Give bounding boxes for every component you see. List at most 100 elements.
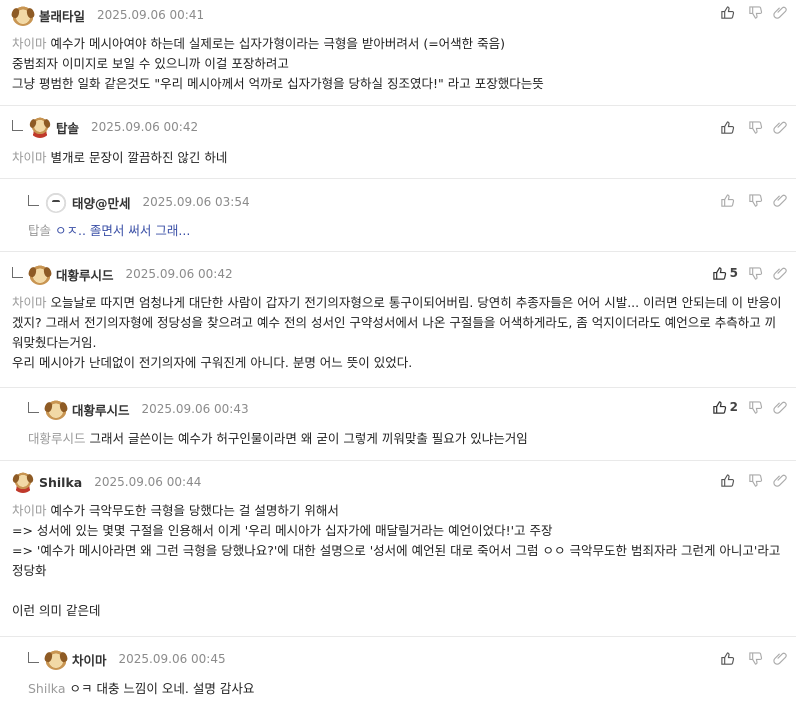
comment-date: 2025.09.06 00:43 <box>141 402 249 416</box>
avatar[interactable] <box>29 263 51 285</box>
thumbs-up-icon <box>712 266 726 280</box>
comment-actions: 2 <box>702 398 788 416</box>
like-button[interactable] <box>720 471 738 489</box>
mention[interactable]: 차이마 <box>12 150 47 165</box>
comment-date: 2025.09.06 00:42 <box>91 120 199 134</box>
thumbs-down-icon <box>749 400 763 414</box>
comment-actions: 5 <box>702 264 788 282</box>
reply-arrow-icon <box>28 194 39 206</box>
like-button[interactable] <box>720 649 738 667</box>
dislike-button[interactable] <box>748 3 763 21</box>
more-button[interactable] <box>773 3 788 21</box>
avatar[interactable] <box>45 191 67 213</box>
thumbs-down-icon <box>749 473 763 487</box>
mention[interactable]: 차이마 <box>12 503 47 518</box>
paperclip-icon <box>773 121 787 134</box>
comment-body: 차이마 별개로 문장이 깔끔하진 않긴 하네 <box>12 148 784 168</box>
comment-actions <box>710 3 788 21</box>
more-button[interactable] <box>773 398 788 416</box>
comment-text: 예수가 극악무도한 극형을 당했다는 걸 설명하기 위해서 => 성서에 있는 … <box>12 503 781 618</box>
more-button[interactable] <box>773 471 788 489</box>
comment-text: ㅇㅋ 대충 느낌이 오네. 설명 감사요 <box>69 681 255 696</box>
dislike-button[interactable] <box>748 471 763 489</box>
comment-reply: 차이마 2025.09.06 00:45 Shilka ㅇㅋ 대충 느낌이 오네.… <box>0 636 796 704</box>
comment: 볼래타일 2025.09.06 00:41 차이마 예수가 메시아여야 하는데 실… <box>0 0 796 105</box>
like-button[interactable] <box>720 3 738 21</box>
dislike-button[interactable] <box>748 191 763 209</box>
comment-date: 2025.09.06 00:44 <box>94 475 202 489</box>
reply-arrow-icon <box>12 119 23 131</box>
comment: Shilka 2025.09.06 00:44 차이마 예수가 극악무도한 극형을… <box>0 460 796 636</box>
comment-text: 예수가 메시아여야 하는데 실제로는 십자가형이라는 극형을 받아버려서 (=어… <box>12 36 544 91</box>
more-button[interactable] <box>773 191 788 209</box>
thumbs-down-icon <box>749 120 763 134</box>
thumbs-down-icon <box>749 193 763 207</box>
paperclip-icon <box>773 652 787 665</box>
mention[interactable]: 대황루시드 <box>28 431 86 446</box>
comment-author[interactable]: 대황루시드 <box>56 265 114 284</box>
dislike-button[interactable] <box>748 398 763 416</box>
comment-date: 2025.09.06 00:45 <box>118 652 226 666</box>
thumbs-down-icon <box>749 5 763 19</box>
paperclip-icon <box>773 194 787 207</box>
avatar[interactable] <box>12 4 34 26</box>
comment-date: 2025.09.06 03:54 <box>142 195 250 209</box>
comment-author[interactable]: 탑솔 <box>56 118 79 137</box>
comment-actions <box>710 191 788 209</box>
comment-text: ㅇㅈ.. 졸면서 써서 그래... <box>55 223 191 238</box>
like-button[interactable]: 5 <box>712 264 738 282</box>
comment-text: 오늘날로 따지면 엄청나게 대단한 사람이 갑자기 전기의자형으로 통구이되어버… <box>12 295 782 370</box>
comment-author[interactable]: 차이마 <box>72 650 107 669</box>
paperclip-icon <box>773 401 787 414</box>
comment-text: 그래서 글쓴이는 예수가 허구인물이라면 왜 굳이 그렇게 끼워맞출 필요가 있… <box>89 431 528 446</box>
mention[interactable]: 차이마 <box>12 295 47 310</box>
comment-body: 차이마 예수가 극악무도한 극형을 당했다는 걸 설명하기 위해서 => 성서에 … <box>12 501 784 621</box>
reply-arrow-icon <box>28 401 39 413</box>
thumbs-up-icon <box>712 400 726 414</box>
comment-date: 2025.09.06 00:41 <box>97 8 205 22</box>
mention[interactable]: 탑솔 <box>28 223 51 238</box>
thumbs-up-icon <box>721 120 735 134</box>
comment-actions <box>710 118 788 136</box>
reply-arrow-icon <box>12 266 23 278</box>
comment-author[interactable]: 대황루시드 <box>72 400 130 419</box>
avatar[interactable] <box>12 471 34 493</box>
thumbs-up-icon <box>721 473 735 487</box>
like-button[interactable] <box>720 118 738 136</box>
comment-author[interactable]: 볼래타일 <box>39 6 85 25</box>
comment-text: 별개로 문장이 깔끔하진 않긴 하네 <box>50 150 228 165</box>
comment-body: 차이마 오늘날로 따지면 엄청나게 대단한 사람이 갑자기 전기의자형으로 통구이… <box>12 293 784 373</box>
dislike-button[interactable] <box>748 118 763 136</box>
comment-reply: 태양@만세 2025.09.06 03:54 탑솔 ㅇㅈ.. 졸면서 써서 그래.… <box>0 178 796 251</box>
avatar[interactable] <box>45 648 67 670</box>
mention[interactable]: Shilka <box>28 681 65 696</box>
like-button[interactable] <box>720 191 738 209</box>
thumbs-up-icon <box>721 5 735 19</box>
paperclip-icon <box>773 474 787 487</box>
like-button[interactable]: 2 <box>712 398 738 416</box>
comment-actions <box>710 471 788 489</box>
more-button[interactable] <box>773 649 788 667</box>
avatar[interactable] <box>45 398 67 420</box>
comment-author[interactable]: 태양@만세 <box>72 193 131 212</box>
more-button[interactable] <box>773 264 788 282</box>
thumbs-down-icon <box>749 651 763 665</box>
comment-date: 2025.09.06 00:42 <box>125 267 233 281</box>
comment-body: 대황루시드 그래서 글쓴이는 예수가 허구인물이라면 왜 굳이 그렇게 끼워맞출 … <box>28 429 784 449</box>
like-count: 5 <box>729 266 738 280</box>
comment-actions <box>710 649 788 667</box>
more-button[interactable] <box>773 118 788 136</box>
comment-body: 탑솔 ㅇㅈ.. 졸면서 써서 그래... <box>28 221 784 241</box>
dislike-button[interactable] <box>748 264 763 282</box>
thumbs-down-icon <box>749 266 763 280</box>
comment-author[interactable]: Shilka <box>39 475 82 490</box>
comment-reply: 대황루시드 2025.09.06 00:43 2 대황루시드 그래서 글쓴이는 예… <box>0 387 796 460</box>
comment: 탑솔 2025.09.06 00:42 차이마 별개로 문장이 깔끔하진 않긴 하… <box>0 105 796 178</box>
thumbs-up-icon <box>721 651 735 665</box>
avatar[interactable] <box>29 116 51 138</box>
mention[interactable]: 차이마 <box>12 36 47 51</box>
reply-arrow-icon <box>28 651 39 663</box>
like-count: 2 <box>729 400 738 414</box>
paperclip-icon <box>773 267 787 280</box>
dislike-button[interactable] <box>748 649 763 667</box>
